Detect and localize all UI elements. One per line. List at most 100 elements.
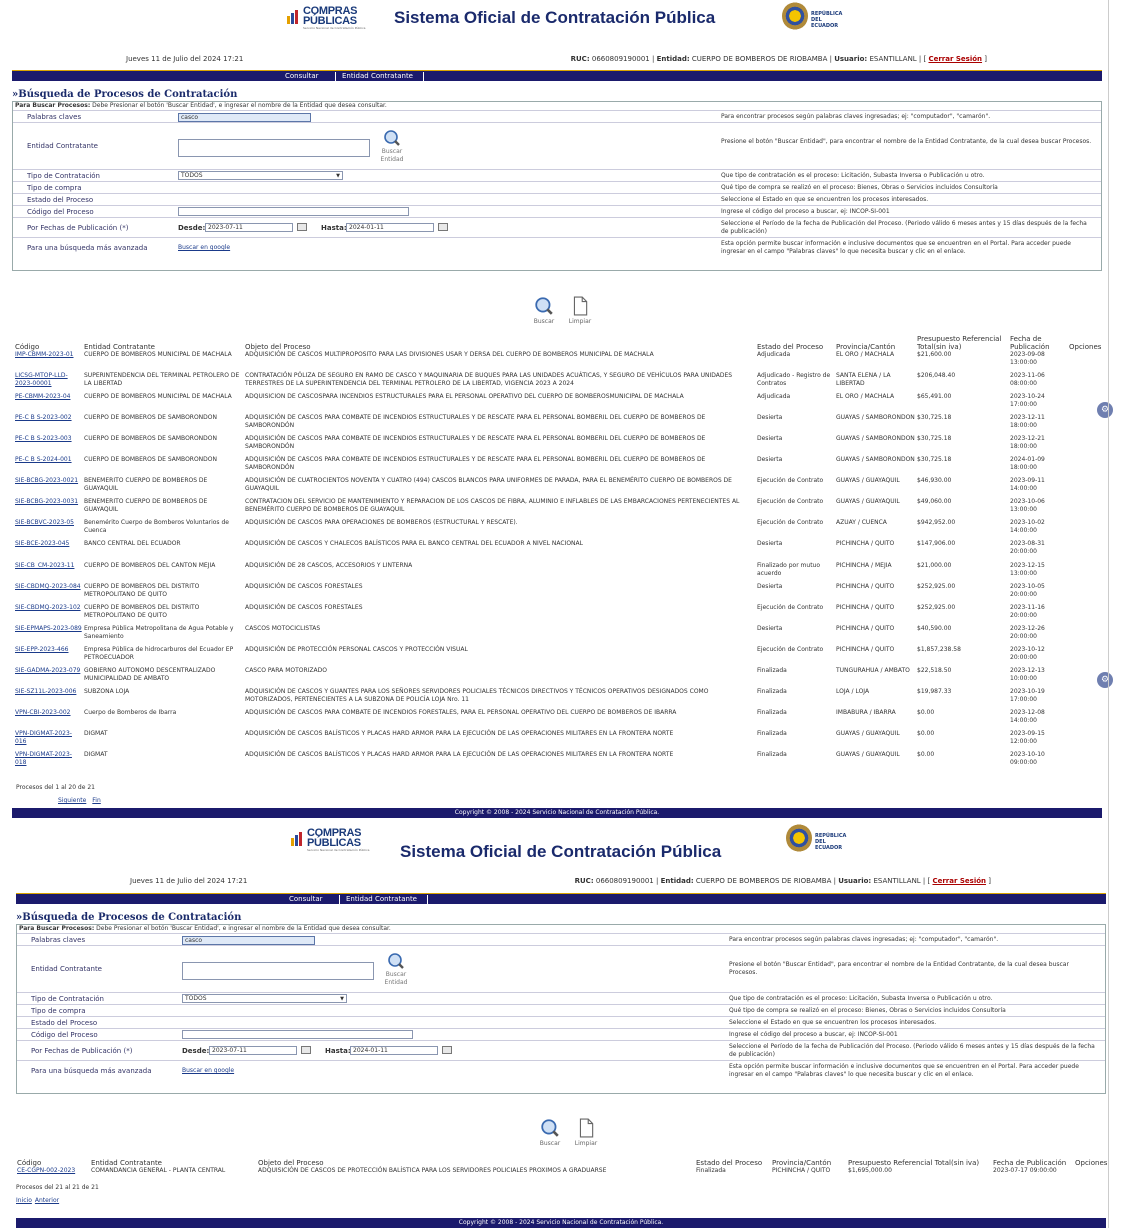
cell-state: Desierta bbox=[757, 625, 783, 632]
ruc-value: 0660809190001 bbox=[591, 55, 650, 63]
tab-entidad-contratante[interactable]: Entidad Contratante bbox=[346, 895, 417, 905]
cell-province: PICHINCHA / QUITO bbox=[836, 646, 895, 653]
cell-options bbox=[1068, 604, 1102, 625]
process-code-link[interactable]: SIE-SZ11L-2023-006 bbox=[15, 688, 76, 695]
process-code-link[interactable]: SIE-BCE-2023-045 bbox=[15, 540, 69, 547]
cell-province: GUAYAS / SAMBORONDON bbox=[836, 414, 915, 421]
cell-date: 2023-09-11 14:00:00 bbox=[1010, 477, 1045, 492]
results-table: Código Entidad Contratante Objeto del Pr… bbox=[16, 1158, 1107, 1179]
cell-options bbox=[1068, 435, 1102, 456]
cell-object: ADQUISICIÓN DE CASCOS PARA OPERACIONES D… bbox=[245, 519, 518, 526]
cell-entity: Empresa Pública de hidrocarburos del Ecu… bbox=[84, 646, 234, 661]
process-code-link[interactable]: SIE-BCBG-2023-0031 bbox=[15, 498, 78, 505]
row-dates: Por Fechas de Publicación (*) Desde: 202… bbox=[13, 218, 1101, 238]
process-code-link[interactable]: PE-C B S-2023-003 bbox=[15, 435, 72, 442]
cell-entity: BANCO CENTRAL DEL ECUADOR bbox=[84, 540, 181, 547]
search-entity-button[interactable]: Buscar Entidad bbox=[379, 952, 413, 987]
process-code-link[interactable]: CE-CGPN-002-2023 bbox=[17, 1167, 75, 1174]
cell-state: Ejecución de Contrato bbox=[757, 498, 824, 505]
keywords-help: Para encontrar procesos según palabras c… bbox=[721, 113, 991, 120]
process-code-link[interactable]: SIE-BCBG-2023-0021 bbox=[15, 477, 78, 484]
cell-budget: $0.00 bbox=[917, 751, 935, 758]
row-code: Código del Proceso Ingrese el código del… bbox=[13, 206, 1101, 218]
calendar-icon[interactable] bbox=[297, 223, 307, 231]
cell-budget: $40,590.00 bbox=[917, 625, 952, 632]
search-button[interactable]: Buscar bbox=[537, 1118, 563, 1147]
logout-link[interactable]: Cerrar Sesión bbox=[928, 55, 982, 63]
keywords-input[interactable]: casco bbox=[178, 113, 311, 122]
from-date-input[interactable]: 2023-07-11 bbox=[205, 223, 293, 232]
process-code-link[interactable]: SIE-BCBVC-2023-05 bbox=[15, 519, 74, 526]
cell-entity: DIGMAT bbox=[84, 751, 108, 758]
clear-button[interactable]: Limpiar bbox=[567, 296, 593, 325]
floating-help-icon[interactable]: ⚙ bbox=[1097, 672, 1113, 688]
cell-state: Desierta bbox=[757, 414, 783, 421]
floating-help-icon[interactable]: ⚙ bbox=[1097, 402, 1113, 418]
from-date-input[interactable]: 2023-07-11 bbox=[209, 1046, 297, 1055]
process-code-link[interactable]: PE-C B S-2024-001 bbox=[15, 456, 72, 463]
process-code-link[interactable]: PE-C B S-2023-002 bbox=[15, 414, 72, 421]
previous-page-link[interactable]: Anterior bbox=[35, 1197, 59, 1204]
cell-date: 2023-11-16 20:00:00 bbox=[1010, 604, 1045, 619]
entity-textarea[interactable] bbox=[178, 139, 370, 157]
type-help: Que tipo de contratación es el proceso: … bbox=[721, 172, 985, 179]
last-page-link[interactable]: Fin bbox=[92, 797, 100, 804]
cell-province: GUAYAS / SAMBORONDON bbox=[836, 435, 915, 442]
code-input[interactable] bbox=[178, 207, 409, 216]
cell-entity: CUERPO DE BOMBEROS DEL DISTRITO METROPOL… bbox=[84, 604, 200, 619]
process-code-link[interactable]: SIE-CBDMQ-2023-084 bbox=[15, 583, 81, 590]
cell-code: PE-C B S-2023-003 bbox=[14, 435, 83, 456]
table-row: SIE-EPP-2023-466 Empresa Pública de hidro… bbox=[14, 646, 1102, 667]
cell-budget: $1,857,238.58 bbox=[917, 646, 961, 653]
row-state: Estado del Proceso Seleccione el Estado … bbox=[13, 194, 1101, 206]
cell-budget: $30,725.18 bbox=[917, 456, 952, 463]
cell-date: 2023-10-02 14:00:00 bbox=[1010, 519, 1045, 534]
type-select[interactable]: TODOS ▼ bbox=[182, 994, 347, 1003]
process-code-link[interactable]: IMP-CBMM-2023-01 bbox=[15, 351, 74, 358]
process-code-link[interactable]: SIE-CBDMQ-2023-102 bbox=[15, 604, 81, 611]
to-date-input[interactable]: 2024-01-11 bbox=[346, 223, 434, 232]
row-entity: Entidad Contratante Buscar Entidad Presi… bbox=[17, 946, 1105, 993]
system-title: Sistema Oficial de Contratación Pública bbox=[394, 8, 716, 27]
keywords-input[interactable]: casco bbox=[182, 936, 315, 945]
google-search-link[interactable]: Buscar en google bbox=[178, 244, 230, 251]
process-code-link[interactable]: LICSG-MTOP-LLD-2023-00001 bbox=[15, 372, 68, 387]
current-date: Jueves 11 de Julio del 2024 17:21 bbox=[130, 877, 248, 885]
process-code-link[interactable]: SIE-CB_CM-2023-11 bbox=[15, 562, 74, 569]
process-code-link[interactable]: VPN-DIGMAT-2023-018 bbox=[15, 751, 72, 766]
clear-button[interactable]: Limpiar bbox=[573, 1118, 599, 1147]
logout-link[interactable]: Cerrar Sesión bbox=[932, 877, 986, 885]
to-date-input[interactable]: 2024-01-11 bbox=[350, 1046, 438, 1055]
tab-consultar[interactable]: Consultar bbox=[285, 72, 319, 82]
process-code-link[interactable]: SIE-GADMA-2023-079 bbox=[15, 667, 80, 674]
cell-entity: SUBZONA LOJA bbox=[84, 688, 130, 695]
first-page-link[interactable]: Inicio bbox=[16, 1197, 32, 1204]
calendar-icon[interactable] bbox=[442, 1046, 452, 1054]
google-search-link[interactable]: Buscar en google bbox=[182, 1067, 234, 1074]
cell-entity: DIGMAT bbox=[84, 730, 108, 737]
table-row: VPN-DIGMAT-2023-016 DIGMAT ADQUISICIÓN DE … bbox=[14, 730, 1102, 751]
search-entity-button[interactable]: Buscar Entidad bbox=[375, 129, 409, 164]
calendar-icon[interactable] bbox=[438, 223, 448, 231]
process-code-link[interactable]: PE-CBMM-2023-04 bbox=[15, 393, 70, 400]
search-button[interactable]: Buscar bbox=[531, 296, 557, 325]
calendar-icon[interactable] bbox=[301, 1046, 311, 1054]
row-keywords: Palabras claves casco Para encontrar pro… bbox=[17, 934, 1105, 946]
cell-state: Desierta bbox=[757, 540, 783, 547]
table-row: SIE-BCBG-2023-0021 BENEMERITO CUERPO DE B… bbox=[14, 477, 1102, 498]
tab-consultar[interactable]: Consultar bbox=[289, 895, 323, 905]
nav-separator bbox=[423, 72, 424, 81]
entity-textarea[interactable] bbox=[182, 962, 374, 980]
cell-date: 2023-07-17 09:00:00 bbox=[993, 1167, 1057, 1174]
code-input[interactable] bbox=[182, 1030, 413, 1039]
tab-entidad-contratante[interactable]: Entidad Contratante bbox=[342, 72, 413, 82]
process-code-link[interactable]: VPN-CBI-2023-002 bbox=[15, 709, 71, 716]
cell-options bbox=[1068, 625, 1102, 646]
process-code-link[interactable]: SIE-EPMAPS-2023-089 bbox=[15, 625, 82, 632]
cell-date: 2023-08-31 20:00:00 bbox=[1010, 540, 1045, 555]
process-code-link[interactable]: SIE-EPP-2023-466 bbox=[15, 646, 68, 653]
process-code-link[interactable]: VPN-DIGMAT-2023-016 bbox=[15, 730, 72, 745]
search-instructions: Para Buscar Procesos: Debe Presionar el … bbox=[17, 925, 1105, 934]
type-select[interactable]: TODOS ▼ bbox=[178, 171, 343, 180]
next-page-link[interactable]: Siguiente bbox=[58, 797, 86, 804]
